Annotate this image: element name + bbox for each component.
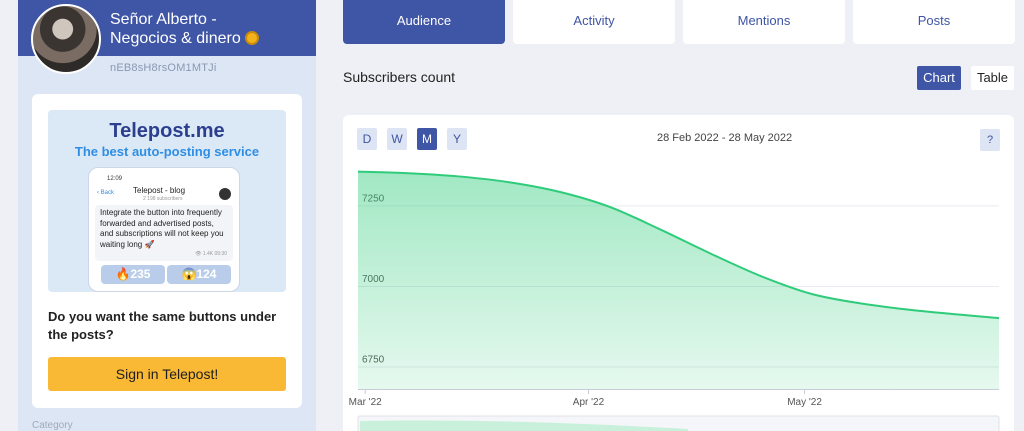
tab-bar: Audience Activity Mentions Posts xyxy=(343,0,1015,44)
date-range: 28 Feb 2022 - 28 May 2022 xyxy=(657,132,793,144)
view-chart-button[interactable]: Chart xyxy=(917,66,961,90)
tab-posts[interactable]: Posts xyxy=(853,0,1015,44)
phone-time: 12:09 xyxy=(107,176,123,182)
promo-title: Telepost.me xyxy=(109,120,225,142)
reaction-shock: 😱124 xyxy=(167,265,231,284)
phone-back: ‹ Back xyxy=(97,190,115,196)
period-year-button[interactable]: Y xyxy=(447,128,467,150)
x-tick-label: Mar '22 xyxy=(349,397,382,408)
tab-audience[interactable]: Audience xyxy=(343,0,505,44)
view-table-button[interactable]: Table xyxy=(971,66,1014,90)
promo-subtitle: The best auto-posting service xyxy=(74,144,260,159)
x-tick-label: Apr '22 xyxy=(573,397,605,408)
channel-id: nEB8sH8rsOM1MTJi xyxy=(110,62,217,74)
promo-question: Do you want the same buttons under the p… xyxy=(48,309,277,342)
promo-card: Telepost.me The best auto-posting servic… xyxy=(32,94,302,408)
period-week-button[interactable]: W xyxy=(387,128,407,150)
tab-activity[interactable]: Activity xyxy=(513,0,675,44)
channel-name[interactable]: Señor Alberto - Negocios & dinero xyxy=(110,10,310,48)
reaction-fire: 🔥235 xyxy=(101,265,165,284)
chart-card: 675070007250Mar '22Apr '22May '22 D W M … xyxy=(343,115,1014,431)
category-label: Category xyxy=(32,420,73,431)
phone-message-meta: 👁 1.4K 09:30 xyxy=(195,250,227,257)
phone-message: Integrate the button into frequently for… xyxy=(95,205,233,261)
medal-icon xyxy=(244,31,259,45)
subscribers-area xyxy=(358,171,999,389)
signin-button[interactable]: Sign in Telepost! xyxy=(48,357,286,391)
subscribers-chart[interactable]: 675070007250Mar '22Apr '22May '22 xyxy=(343,115,1014,431)
tab-mentions[interactable]: Mentions xyxy=(683,0,845,44)
help-button[interactable]: ? xyxy=(980,129,1000,151)
phone-mockup: 12:09 ‹ Back Telepost - blog 2 198 subsc… xyxy=(88,167,240,292)
phone-subscribers: 2 198 subscribers xyxy=(143,196,183,202)
x-tick-label: May '22 xyxy=(787,397,822,408)
channel-name-line1: Señor Alberto - xyxy=(110,11,217,28)
period-month-button[interactable]: M xyxy=(417,128,437,150)
sidebar: Señor Alberto - Negocios & dinero nEB8sH… xyxy=(18,0,316,431)
section-title: Subscribers count xyxy=(343,69,456,85)
phone-title: Telepost - blog xyxy=(133,186,186,195)
channel-avatar[interactable] xyxy=(31,4,101,74)
phone-avatar xyxy=(219,188,231,200)
phone-message-text: Integrate the button into frequently for… xyxy=(100,208,224,249)
promo-banner[interactable]: Telepost.me The best auto-posting servic… xyxy=(48,110,286,292)
channel-name-line2: Negocios & dinero xyxy=(110,30,241,47)
period-day-button[interactable]: D xyxy=(357,128,377,150)
